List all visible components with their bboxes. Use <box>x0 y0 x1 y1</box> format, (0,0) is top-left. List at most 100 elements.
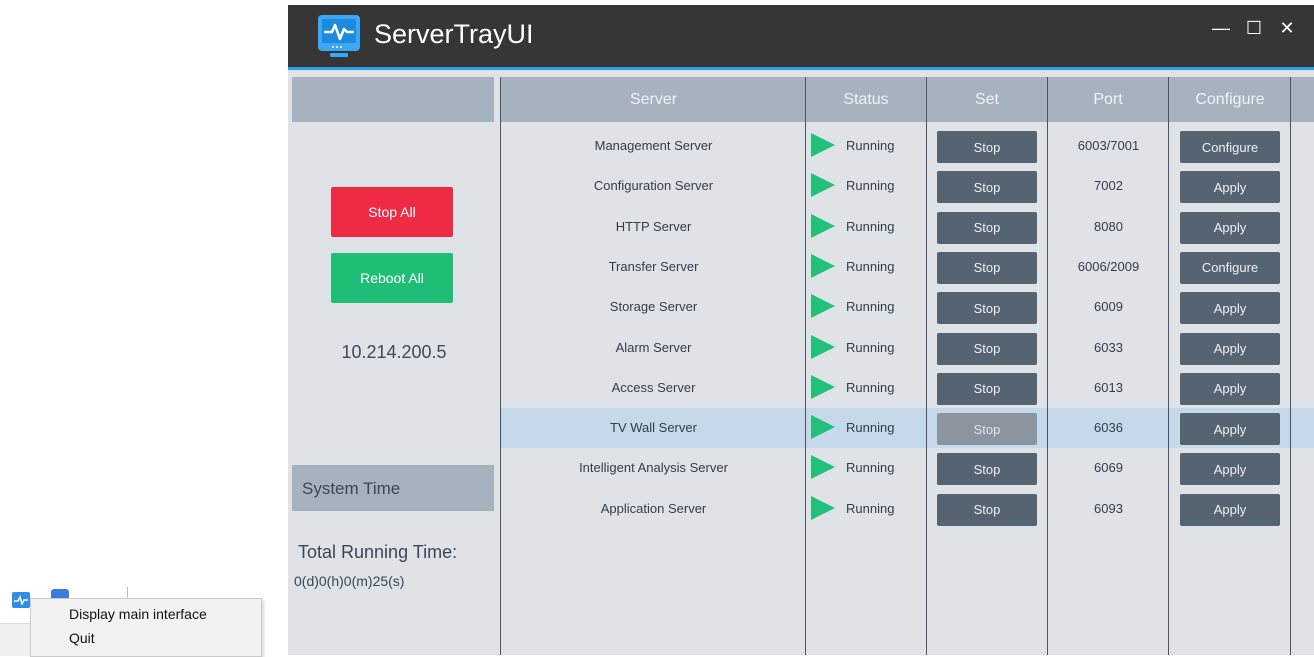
status-text: Running <box>846 138 895 153</box>
column-divider <box>1047 77 1048 655</box>
server-name: Intelligent Analysis Server <box>579 460 728 476</box>
server-name: Storage Server <box>609 299 698 315</box>
header-status: Status <box>843 91 889 108</box>
play-triangle-icon <box>811 294 835 319</box>
table-row[interactable]: TV Wall Server Running Stop 6036 Apply <box>501 408 1314 449</box>
table-row[interactable]: Access Server Running Stop 6013 Apply <box>501 368 1314 408</box>
close-button[interactable]: ✕ <box>1274 15 1300 41</box>
header-port: Port <box>1093 91 1123 108</box>
stop-server-button[interactable]: Stop <box>937 131 1037 163</box>
column-divider <box>1290 77 1291 655</box>
table-row[interactable]: HTTP Server Running Stop 8080 Apply <box>501 207 1314 247</box>
configure-button[interactable]: Apply <box>1180 493 1280 526</box>
tray-context-menu: Display main interface Quit <box>30 598 262 657</box>
play-triangle-icon <box>811 133 835 157</box>
system-time-label: System Time <box>302 479 401 498</box>
play-triangle-icon <box>811 334 835 359</box>
table-header: Server Status Set Port Configure <box>501 77 1314 122</box>
status-text: Running <box>846 339 895 355</box>
stop-server-button[interactable]: Stop <box>937 332 1037 365</box>
port-value: 6033 <box>1094 339 1123 355</box>
port-value: 7002 <box>1094 178 1123 194</box>
stop-all-button[interactable]: Stop All <box>331 187 453 237</box>
column-divider <box>926 77 927 655</box>
server-name: Access Server <box>611 379 696 395</box>
stop-server-button[interactable]: Stop <box>937 171 1037 204</box>
status-text: Running <box>846 500 895 516</box>
left-panel-header <box>292 77 494 122</box>
status-text: Running <box>846 379 895 395</box>
play-triangle-icon <box>811 415 835 440</box>
play-triangle-icon <box>811 374 835 399</box>
column-divider <box>805 77 806 655</box>
stop-server-button[interactable]: Stop <box>937 493 1037 526</box>
table-row[interactable]: Storage Server Running Stop 6009 Apply <box>501 287 1314 327</box>
port-value: 6009 <box>1094 299 1123 315</box>
stop-server-button[interactable]: Stop <box>937 453 1037 486</box>
header-server: Server <box>629 91 678 108</box>
play-triangle-icon <box>811 253 835 278</box>
server-name: Management Server <box>594 138 713 153</box>
column-divider <box>1168 77 1169 655</box>
header-set: Set <box>974 91 999 108</box>
configure-button[interactable]: Configure <box>1180 251 1280 284</box>
menu-item-display-main-interface[interactable]: Display main interface <box>69 606 207 622</box>
status-text: Running <box>846 218 895 234</box>
configure-button[interactable]: Apply <box>1180 372 1280 405</box>
table-row[interactable]: Transfer Server Running Stop 6006/2009 Confi… <box>501 247 1314 287</box>
configure-button[interactable]: Apply <box>1180 453 1280 486</box>
server-name: Application Server <box>600 500 707 516</box>
play-triangle-icon <box>811 173 835 198</box>
table-row[interactable]: Application Server Running Stop 6093 Apply <box>501 489 1314 529</box>
monitor-pulse-icon <box>318 15 360 57</box>
status-text: Running <box>846 178 895 194</box>
ip-address: 10.214.200.5 <box>341 342 447 362</box>
table-row[interactable]: Intelligent Analysis Server Running Stop 60… <box>501 448 1314 488</box>
table-row[interactable]: Management Server Running Stop 6003/7001 Con… <box>501 126 1314 166</box>
play-triangle-icon <box>811 495 835 520</box>
configure-button[interactable]: Apply <box>1180 211 1280 244</box>
server-name: TV Wall Server <box>610 420 697 436</box>
stop-server-button[interactable]: Stop <box>937 251 1037 284</box>
header-configure: Configure <box>1195 91 1265 108</box>
server-name: Alarm Server <box>615 339 692 355</box>
port-value: 6093 <box>1094 500 1123 516</box>
configure-button[interactable]: Apply <box>1180 413 1280 446</box>
main-window: ServerTrayUI — ☐ ✕ Stop All Reboot All 1… <box>288 5 1314 655</box>
stop-server-button[interactable]: Stop <box>937 413 1037 446</box>
table-row[interactable]: Alarm Server Running Stop 6033 Apply <box>501 328 1314 368</box>
minimize-button[interactable]: — <box>1208 15 1234 41</box>
port-value: 6013 <box>1094 379 1123 395</box>
server-name: Configuration Server <box>593 178 714 194</box>
maximize-button[interactable]: ☐ <box>1241 15 1267 41</box>
play-triangle-icon <box>811 213 835 238</box>
server-name: Transfer Server <box>608 258 699 274</box>
port-value: 6006/2009 <box>1077 258 1140 274</box>
configure-button[interactable]: Apply <box>1180 332 1280 365</box>
server-table: Server Status Set Port Configure Managem… <box>500 77 1314 655</box>
menu-item-quit[interactable]: Quit <box>69 630 95 646</box>
total-running-time-label: Total Running Time: <box>298 542 458 562</box>
total-running-time-value: 0(d)0(h)0(m)25(s) <box>294 573 405 589</box>
port-value: 6069 <box>1094 460 1123 476</box>
server-name: HTTP Server <box>615 218 692 234</box>
reboot-all-button[interactable]: Reboot All <box>331 253 453 303</box>
stop-server-button[interactable]: Stop <box>937 292 1037 325</box>
port-value: 6003/7001 <box>1077 138 1140 153</box>
stop-server-button[interactable]: Stop <box>937 372 1037 405</box>
stop-server-button[interactable]: Stop <box>937 211 1037 244</box>
play-triangle-icon <box>811 455 835 480</box>
title-bar[interactable]: ServerTrayUI — ☐ ✕ <box>288 5 1314 70</box>
configure-button[interactable]: Configure <box>1180 131 1280 163</box>
configure-button[interactable]: Apply <box>1180 171 1280 204</box>
configure-button[interactable]: Apply <box>1180 292 1280 325</box>
table-row[interactable]: Configuration Server Running Stop 7002 Apply <box>501 166 1314 206</box>
tray-app-icon[interactable] <box>12 592 30 608</box>
status-text: Running <box>846 299 895 315</box>
status-text: Running <box>846 460 895 476</box>
status-text: Running <box>846 420 895 436</box>
app-title: ServerTrayUI <box>374 19 534 49</box>
status-text: Running <box>846 258 895 274</box>
port-value: 6036 <box>1094 420 1123 436</box>
port-value: 8080 <box>1094 218 1123 234</box>
